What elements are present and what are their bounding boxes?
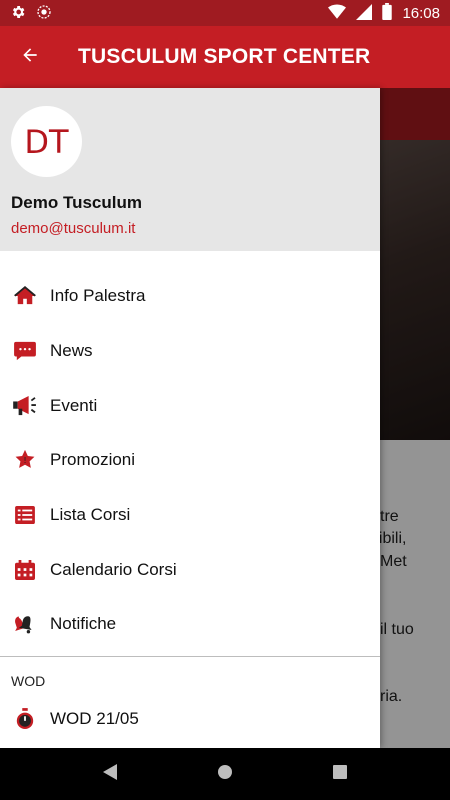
menu-item-info-palestra[interactable]: Info Palestra xyxy=(0,269,380,324)
list-icon xyxy=(13,503,37,527)
menu-item-label: News xyxy=(50,341,93,361)
back-button[interactable] xyxy=(0,26,60,88)
menu-item-label: WOD 21/05 xyxy=(50,708,139,728)
megaphone-icon xyxy=(13,394,37,418)
section-header-wod: WOD xyxy=(11,672,46,689)
user-name: Demo Tusculum xyxy=(11,193,142,212)
menu-item-label: Info Palestra xyxy=(50,286,146,306)
signal-icon xyxy=(356,3,373,23)
chat-icon xyxy=(13,339,37,363)
app-bar: TUSCULUM SPORT CENTER xyxy=(0,26,450,88)
drawer-menu: Info Palestra News Eventi ! Promozioni L… xyxy=(0,251,380,652)
menu-item-label: Promozioni xyxy=(50,450,136,470)
wifi-icon xyxy=(328,4,347,23)
gear-icon xyxy=(10,4,26,23)
back-nav-icon[interactable] xyxy=(103,763,117,785)
menu-item-news[interactable]: News xyxy=(0,324,380,379)
status-bar: 16:08 xyxy=(0,0,450,26)
arrow-back-icon xyxy=(20,45,40,70)
home-nav-icon[interactable] xyxy=(217,764,233,785)
menu-item-promozioni[interactable]: ! Promozioni xyxy=(0,433,380,488)
calendar-icon xyxy=(13,558,37,582)
menu-item-calendario-corsi[interactable]: Calendario Corsi xyxy=(0,542,380,597)
menu-item-notifiche[interactable]: Notifiche xyxy=(0,597,380,652)
menu-item-eventi[interactable]: Eventi xyxy=(0,378,380,433)
stopwatch-icon xyxy=(13,707,37,731)
home-icon xyxy=(13,284,37,308)
menu-item-wod[interactable]: WOD 21/05 xyxy=(0,695,380,743)
menu-item-lista-corsi[interactable]: Lista Corsi xyxy=(0,488,380,543)
svg-text:!: ! xyxy=(23,456,26,466)
navigation-drawer: DT Demo Tusculum demo@tusculum.it Info P… xyxy=(0,88,380,748)
recents-nav-icon[interactable] xyxy=(333,764,347,784)
app-title: TUSCULUM SPORT CENTER xyxy=(78,45,371,68)
menu-item-label: Eventi xyxy=(50,395,98,415)
bells-icon xyxy=(13,612,37,636)
star-badge-icon: ! xyxy=(13,448,37,472)
system-navigation-bar xyxy=(0,748,450,800)
user-email: demo@tusculum.it xyxy=(11,220,136,237)
menu-item-label: Lista Corsi xyxy=(50,505,131,525)
battery-icon xyxy=(382,3,393,23)
status-time: 16:08 xyxy=(402,4,440,22)
drawer-scrim[interactable] xyxy=(380,88,450,748)
menu-item-label: Notifiche xyxy=(50,614,117,634)
menu-item-label: Calendario Corsi xyxy=(50,559,177,579)
drawer-header: DT Demo Tusculum demo@tusculum.it xyxy=(0,88,380,251)
avatar[interactable]: DT xyxy=(11,106,82,177)
sync-icon xyxy=(36,4,52,23)
